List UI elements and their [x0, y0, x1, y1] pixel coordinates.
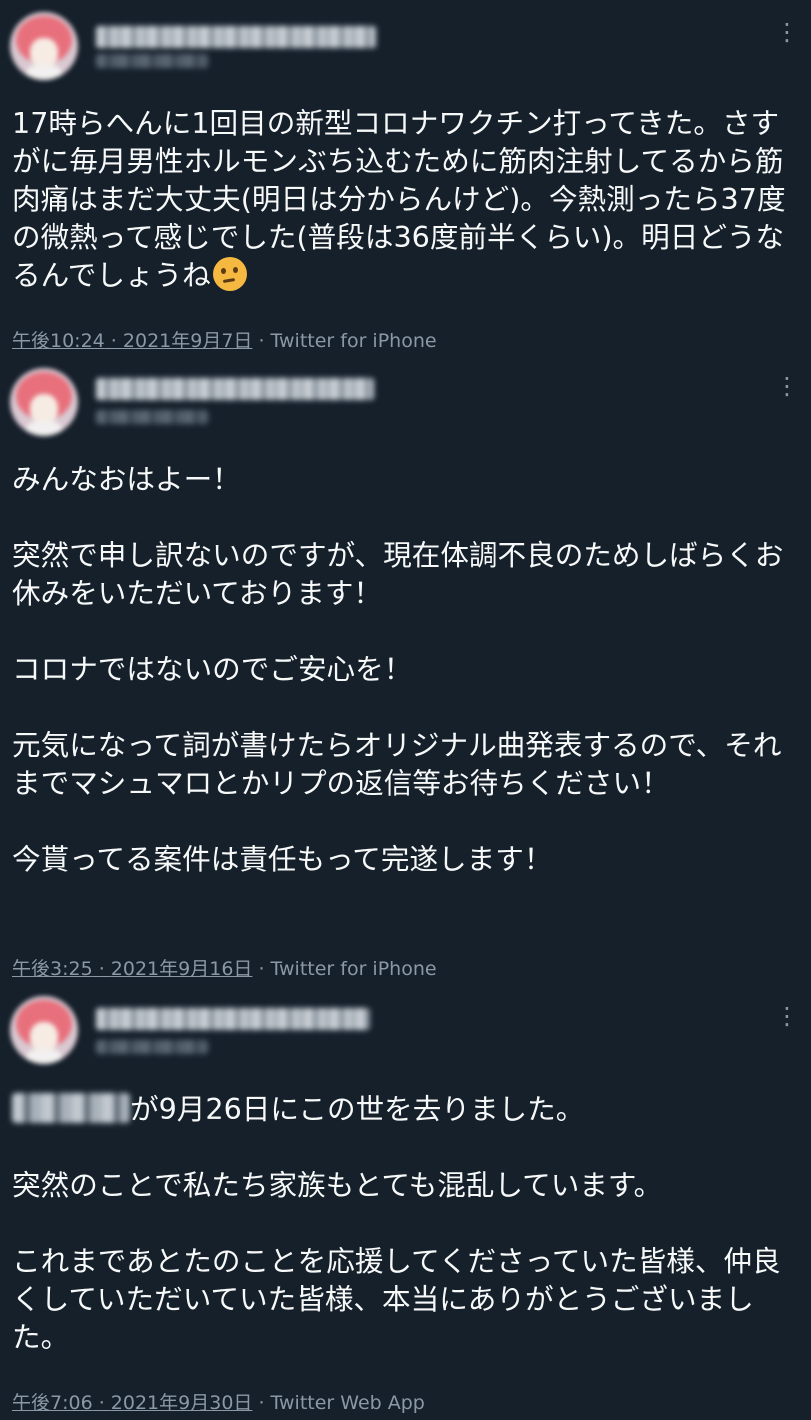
- handle-redacted[interactable]: [96, 410, 208, 424]
- tweet-date: 2021年9月7日: [122, 330, 253, 352]
- meta-separator: ·: [252, 1392, 271, 1414]
- avatar[interactable]: [10, 996, 78, 1064]
- tweet-source: Twitter for iPhone: [270, 958, 437, 980]
- timestamp-link[interactable]: 午後7:06 · 2021年9月30日: [12, 1392, 252, 1414]
- avatar[interactable]: [10, 12, 78, 80]
- more-options-icon[interactable]: ⋮: [775, 374, 799, 398]
- tweet-text: 17時らへんに1回目の新型コロナワクチン打ってきた。さすがに毎月男性ホルモンぶち…: [12, 104, 802, 294]
- deceased-name-redacted: [12, 1093, 130, 1123]
- more-options-icon[interactable]: ⋮: [775, 1004, 799, 1028]
- tweet-text-content: が9月26日にこの世を去りました。 突然のことで私たち家族もとても混乱しています…: [12, 1092, 781, 1354]
- tweet-text: みんなおはよー！ 突然で申し訳ないのですが、現在体調不良のためしばらくお休みをい…: [12, 462, 784, 876]
- meta-separator: ·: [252, 958, 271, 980]
- meta-separator: ·: [92, 958, 111, 980]
- thinking-face-emoji-icon: [212, 257, 247, 291]
- handle-redacted[interactable]: [96, 1040, 208, 1054]
- tweet-text: が9月26日にこの世を去りました。 突然のことで私たち家族もとても混乱しています…: [12, 1090, 802, 1356]
- tweet-text-content: 17時らへんに1回目の新型コロナワクチン打ってきた。さすがに毎月男性ホルモンぶち…: [12, 106, 786, 292]
- tweet-date: 2021年9月30日: [110, 1392, 253, 1414]
- timestamp-link[interactable]: 午後3:25 · 2021年9月16日: [12, 958, 252, 980]
- tweet-time: 午後7:06: [12, 1392, 93, 1414]
- display-name-redacted[interactable]: [96, 1008, 370, 1030]
- tweet-date: 2021年9月16日: [110, 958, 253, 980]
- more-options-icon[interactable]: ⋮: [775, 20, 799, 44]
- meta-separator: ·: [92, 1392, 111, 1414]
- timestamp-link[interactable]: 午後10:24 · 2021年9月7日: [12, 330, 252, 352]
- display-name-redacted[interactable]: [96, 26, 376, 48]
- tweet-time: 午後3:25: [12, 958, 93, 980]
- avatar[interactable]: [10, 368, 78, 436]
- tweet-meta: 午後10:24 · 2021年9月7日 · Twitter for iPhone: [12, 326, 437, 353]
- tweet-source: Twitter Web App: [270, 1392, 425, 1414]
- display-name-redacted[interactable]: [96, 378, 374, 400]
- handle-redacted[interactable]: [96, 54, 208, 68]
- tweet-source: Twitter for iPhone: [270, 330, 437, 352]
- meta-separator: ·: [104, 330, 123, 352]
- meta-separator: ·: [252, 330, 271, 352]
- tweet-meta: 午後7:06 · 2021年9月30日 · Twitter Web App: [12, 1388, 425, 1415]
- tweet-time: 午後10:24: [12, 330, 105, 352]
- tweet-meta: 午後3:25 · 2021年9月16日 · Twitter for iPhone: [12, 954, 437, 981]
